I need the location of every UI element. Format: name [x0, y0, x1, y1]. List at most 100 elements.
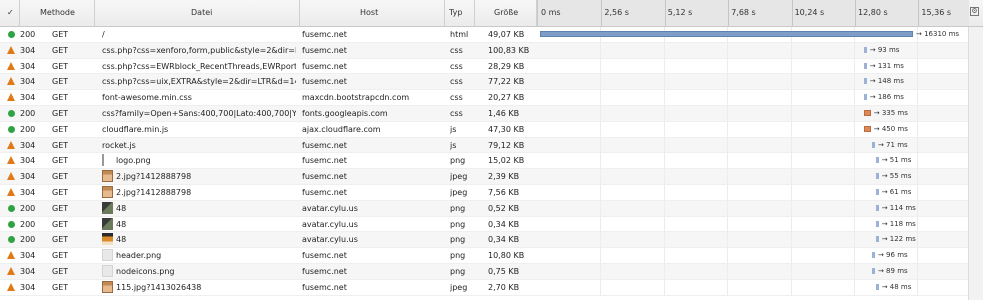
request-method: GET — [52, 172, 69, 182]
request-size: 15,02 KB — [488, 156, 525, 166]
timeline-grid-line — [790, 279, 792, 295]
timing-bar — [871, 252, 875, 259]
timeline-grid-line — [600, 169, 602, 185]
request-type: js — [450, 124, 457, 134]
request-row[interactable]: 200 GET 48 avatar.cylu.us png 0,52 KB → 114 ms — [0, 200, 983, 217]
status-column-header[interactable]: ✓ — [0, 0, 20, 26]
timing-bar — [863, 62, 867, 69]
status-code: 200 — [20, 30, 36, 39]
timeline-grid-line — [600, 90, 602, 106]
request-size: 2,39 KB — [488, 172, 520, 182]
request-file: cloudflare.min.js — [102, 124, 169, 134]
request-size: 0,34 KB — [488, 235, 520, 245]
status-ok-icon — [8, 204, 15, 212]
timeline-grid-line — [790, 248, 792, 264]
status-cached-icon — [7, 61, 15, 70]
file-column-header[interactable]: Datei — [95, 0, 300, 26]
request-timeline: → 118 ms — [537, 216, 968, 232]
request-method: GET — [52, 124, 69, 134]
vertical-scrollbar[interactable] — [968, 27, 983, 300]
request-size: 77,22 KB — [488, 77, 525, 87]
request-row[interactable]: 304 GET 2.jpg?1412888798 fusemc.net jpeg 7,56… — [0, 184, 983, 201]
request-row[interactable]: 200 GET / fusemc.net html 49,07 KB → 16310 ms — [0, 27, 983, 43]
request-row[interactable]: 304 GET css.php?css=xenforo,form,public&st… — [0, 42, 983, 59]
status-ok-icon — [8, 31, 15, 38]
request-row[interactable]: 200 GET 48 avatar.cylu.us png 0,34 KB → 118 ms — [0, 216, 983, 233]
status-code: 304 — [20, 93, 36, 103]
timeline-grid-line — [727, 248, 729, 264]
timing-bar — [875, 236, 879, 243]
host-column-header[interactable]: Host — [300, 0, 445, 26]
timeline-grid-line — [727, 263, 729, 279]
request-timeline: → 48 ms — [537, 279, 968, 295]
request-row[interactable]: 304 GET css.php?css=uix,EXTRA&style=2&dir=… — [0, 74, 983, 91]
request-row[interactable]: 304 GET logo.png fusemc.net png 15,02 KB → 51 … — [0, 153, 983, 170]
request-row[interactable]: 200 GET cloudflare.min.js ajax.cloudflare.c… — [0, 121, 983, 138]
request-duration: → 48 ms — [881, 282, 912, 291]
status-code: 304 — [20, 45, 36, 55]
timeline-tick-label: 7,68 s — [731, 8, 756, 17]
image-thumbnail-icon — [102, 249, 113, 262]
timeline-grid-line — [854, 90, 855, 106]
request-duration: → 51 ms — [881, 156, 912, 165]
request-file: nodeicons.png — [116, 266, 175, 276]
request-file: 2.jpg?1412888798 — [116, 187, 192, 197]
request-duration: → 71 ms — [877, 140, 908, 149]
status-ok-icon — [8, 236, 15, 244]
request-host: fusemc.net — [302, 282, 347, 292]
request-timeline: → 16310 ms — [537, 27, 968, 42]
request-host: fusemc.net — [302, 45, 347, 55]
request-duration: → 122 ms — [881, 235, 916, 244]
status-cached-icon — [7, 93, 15, 102]
timeline-grid-line — [854, 263, 855, 279]
timeline-grid-line — [663, 184, 665, 200]
request-host: avatar.cylu.us — [302, 235, 358, 245]
timing-bar — [875, 283, 879, 290]
status-cached-icon — [7, 187, 15, 196]
request-duration: → 16310 ms — [916, 30, 960, 38]
timeline-grid-line — [727, 105, 729, 121]
timeline-grid-line — [663, 58, 665, 74]
timeline-grid-line — [854, 121, 855, 137]
timeline-grid-line — [790, 121, 792, 137]
type-column-header[interactable]: Typ — [445, 0, 475, 26]
request-size: 49,07 KB — [488, 30, 525, 39]
timeline-grid-line — [790, 153, 792, 169]
request-timeline: → 51 ms — [537, 153, 968, 169]
request-host: fusemc.net — [302, 77, 347, 87]
request-type: png — [450, 203, 466, 213]
size-column-header[interactable]: Größe — [475, 0, 537, 26]
request-row[interactable]: 200 GET 48 avatar.cylu.us png 0,34 KB → 122 ms — [0, 232, 983, 249]
request-type: jpeg — [450, 187, 468, 197]
timeline-header[interactable]: 0 ms 2,56 s 5,12 s 7,68 s 10,24 s 12,80 s 15,3… — [537, 0, 969, 26]
timeline-grid-line — [917, 216, 919, 232]
settings-icon[interactable]: ⚙ — [970, 7, 979, 16]
request-row[interactable]: 304 GET rocket.js fusemc.net js 79,12 KB → 71 … — [0, 137, 983, 154]
timeline-grid-line — [917, 248, 919, 264]
request-row[interactable]: 304 GET nodeicons.png fusemc.net png 0,75 KB →… — [0, 263, 983, 280]
request-size: 10,80 KB — [488, 251, 525, 261]
request-row[interactable]: 304 GET 115.jpg?1413026438 fusemc.net jpeg 2,… — [0, 279, 983, 296]
request-type: png — [450, 251, 466, 261]
timeline-grid-line — [917, 184, 919, 200]
status-cached-icon — [7, 45, 15, 54]
image-thumbnail-icon — [102, 264, 113, 277]
request-type: js — [450, 140, 457, 150]
request-row[interactable]: 304 GET header.png fusemc.net png 10,80 KB → 9… — [0, 248, 983, 264]
status-code: 200 — [20, 219, 36, 229]
request-file: css.php?css=xenforo,form,public&style=2&… — [102, 45, 296, 55]
timeline-grid-line — [727, 74, 729, 90]
timeline-grid-line — [727, 58, 729, 74]
request-row[interactable]: 304 GET font-awesome.min.css maxcdn.bootstr… — [0, 90, 983, 106]
request-row[interactable]: 304 GET css.php?css=EWRblock_RecentThreads… — [0, 58, 983, 75]
request-row[interactable]: 200 GET css?family=Open+Sans:400,700|Lato:… — [0, 105, 983, 122]
request-method: GET — [52, 235, 69, 245]
method-column-header[interactable]: Methode — [20, 0, 95, 26]
request-timeline: → 61 ms — [537, 184, 968, 200]
image-thumbnail-icon — [102, 154, 113, 167]
timing-bar — [875, 173, 879, 180]
request-row[interactable]: 304 GET 2.jpg?1412888798 fusemc.net jpeg 2,39… — [0, 169, 983, 185]
status-cached-icon — [7, 156, 15, 165]
request-file: / — [102, 30, 105, 39]
request-type: css — [450, 93, 463, 103]
